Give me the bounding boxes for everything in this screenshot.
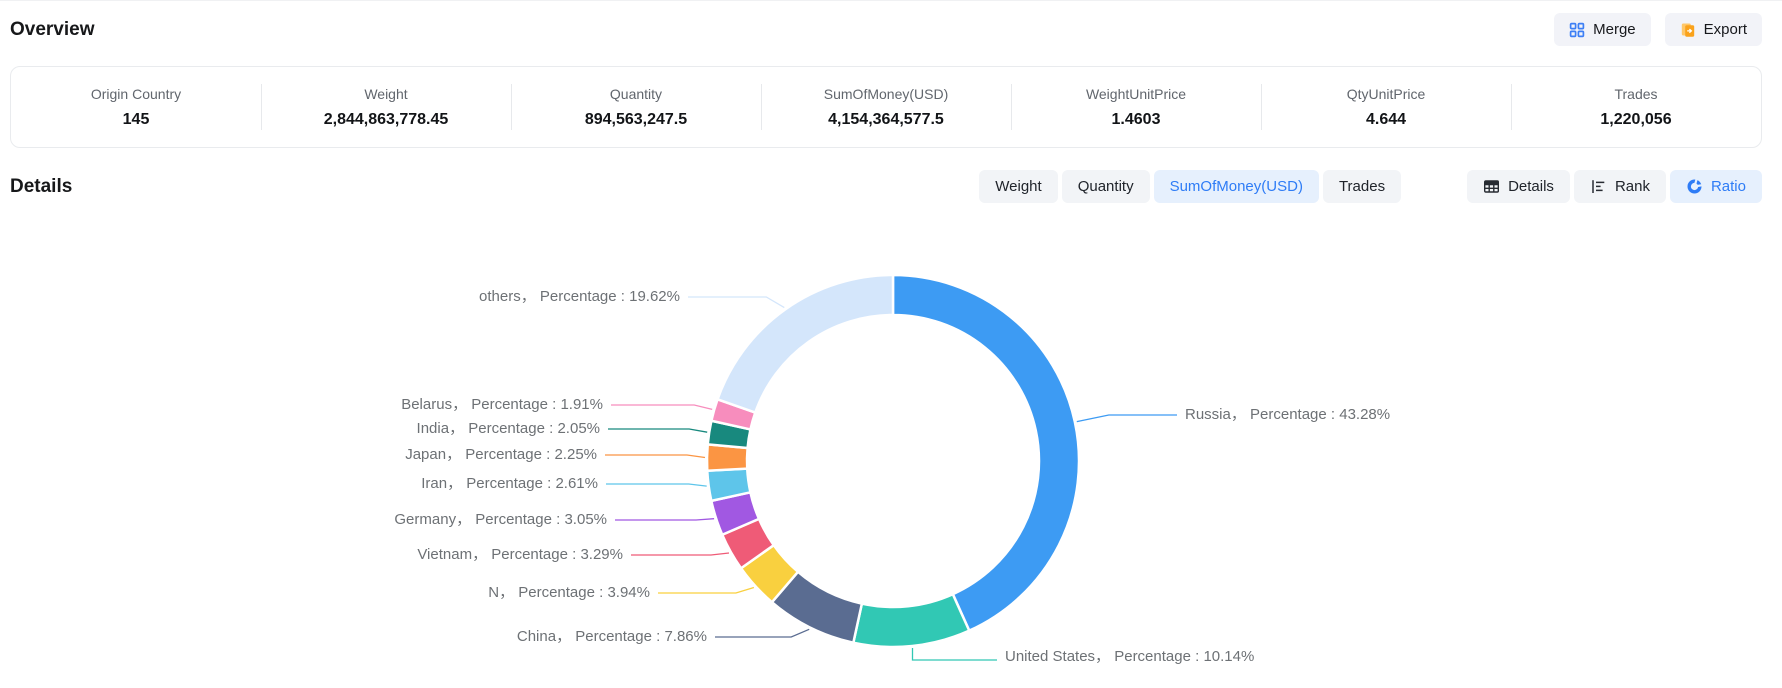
- chart-label-germany: Germany， Percentage : 3.05%: [394, 509, 607, 531]
- chart-label-n: N， Percentage : 3.94%: [488, 582, 650, 604]
- stat-value: 1,220,056: [1511, 111, 1761, 129]
- stat-value: 4,154,364,577.5: [761, 111, 1011, 129]
- merge-icon: [1569, 22, 1585, 38]
- topbar: Overview Merge Export: [0, 1, 1782, 46]
- stat-qty-unit-price: QtyUnitPrice 4.644: [1261, 82, 1511, 133]
- leader-line-iran: [606, 484, 707, 486]
- overview-stats-card: Origin Country 145 Weight 2,844,863,778.…: [10, 66, 1762, 148]
- merge-button[interactable]: Merge: [1554, 13, 1651, 46]
- leader-line-belarus: [611, 405, 712, 409]
- donut-segment-united-states[interactable]: [853, 594, 969, 647]
- leader-line-vietnam: [631, 553, 729, 555]
- tab-weight[interactable]: Weight: [979, 170, 1057, 203]
- stat-quantity: Quantity 894,563,247.5: [511, 82, 761, 133]
- page-title: Overview: [10, 19, 95, 41]
- details-bar: Details Weight Quantity SumOfMoney(USD) …: [10, 170, 1762, 203]
- donut-icon: [1686, 178, 1703, 195]
- chart-label-india: India， Percentage : 2.05%: [417, 418, 600, 440]
- stat-label: Trades: [1511, 86, 1761, 102]
- chart-label-russia: Russia， Percentage : 43.28%: [1185, 404, 1390, 426]
- donut-segment-russia[interactable]: [893, 275, 1079, 631]
- leader-line-russia: [1077, 415, 1177, 422]
- tab-label: Rank: [1615, 178, 1650, 195]
- donut-chart-canvas: [0, 207, 1782, 675]
- chart-label-japan: Japan， Percentage : 2.25%: [405, 444, 597, 466]
- merge-button-label: Merge: [1593, 21, 1636, 38]
- tab-label: Weight: [995, 178, 1041, 195]
- stat-label: Quantity: [511, 86, 761, 102]
- stat-value: 2,844,863,778.45: [261, 111, 511, 129]
- export-button[interactable]: Export: [1665, 13, 1762, 46]
- view-tab-details[interactable]: Details: [1467, 170, 1570, 203]
- stat-sum-of-money: SumOfMoney(USD) 4,154,364,577.5: [761, 82, 1011, 133]
- export-button-label: Export: [1704, 21, 1747, 38]
- stat-label: SumOfMoney(USD): [761, 86, 1011, 102]
- stat-origin-country: Origin Country 145: [11, 82, 261, 133]
- tab-label: SumOfMoney(USD): [1170, 178, 1303, 195]
- stat-label: QtyUnitPrice: [1261, 86, 1511, 102]
- stat-label: WeightUnitPrice: [1011, 86, 1261, 102]
- tab-quantity[interactable]: Quantity: [1062, 170, 1150, 203]
- leader-line-china: [715, 629, 809, 637]
- stat-value: 4.644: [1261, 111, 1511, 129]
- leader-line-united-states: [913, 648, 998, 660]
- leader-line-n: [658, 588, 754, 594]
- tab-label: Quantity: [1078, 178, 1134, 195]
- chart-label-iran: Iran， Percentage : 2.61%: [421, 473, 598, 495]
- details-title: Details: [10, 176, 72, 198]
- rank-icon: [1590, 178, 1607, 195]
- chart-label-united-states: United States， Percentage : 10.14%: [1005, 646, 1254, 668]
- view-tab-rank[interactable]: Rank: [1574, 170, 1666, 203]
- stat-value: 894,563,247.5: [511, 111, 761, 129]
- leader-line-germany: [615, 519, 714, 520]
- chart-label-vietnam: Vietnam， Percentage : 3.29%: [417, 544, 623, 566]
- ratio-donut-chart: Russia， Percentage : 43.28% United States…: [0, 207, 1782, 675]
- table-icon: [1483, 178, 1500, 195]
- stat-value: 1.4603: [1011, 111, 1261, 129]
- stat-weight-unit-price: WeightUnitPrice 1.4603: [1011, 82, 1261, 133]
- tab-label: Ratio: [1711, 178, 1746, 195]
- stat-label: Origin Country: [11, 86, 261, 102]
- chart-label-belarus: Belarus， Percentage : 1.91%: [401, 394, 603, 416]
- metric-tabs: Weight Quantity SumOfMoney(USD) Trades: [979, 170, 1401, 203]
- donut-segment-others[interactable]: [718, 275, 893, 413]
- chart-label-china: China， Percentage : 7.86%: [517, 626, 707, 648]
- stat-trades: Trades 1,220,056: [1511, 82, 1761, 133]
- tab-label: Details: [1508, 178, 1554, 195]
- export-icon: [1680, 22, 1696, 38]
- view-tabs: Details Rank Ratio: [1467, 170, 1762, 203]
- stat-value: 145: [11, 111, 261, 129]
- view-tab-ratio[interactable]: Ratio: [1670, 170, 1762, 203]
- stat-weight: Weight 2,844,863,778.45: [261, 82, 511, 133]
- stat-label: Weight: [261, 86, 511, 102]
- leader-line-india: [608, 429, 707, 432]
- leader-line-japan: [605, 455, 705, 458]
- details-controls: Weight Quantity SumOfMoney(USD) Trades D…: [979, 170, 1762, 203]
- leader-line-others: [688, 297, 784, 308]
- tab-label: Trades: [1339, 178, 1385, 195]
- chart-label-others: others， Percentage : 19.62%: [479, 286, 680, 308]
- tab-trades[interactable]: Trades: [1323, 170, 1401, 203]
- topbar-actions: Merge Export: [1554, 13, 1762, 46]
- tab-sum-of-money[interactable]: SumOfMoney(USD): [1154, 170, 1319, 203]
